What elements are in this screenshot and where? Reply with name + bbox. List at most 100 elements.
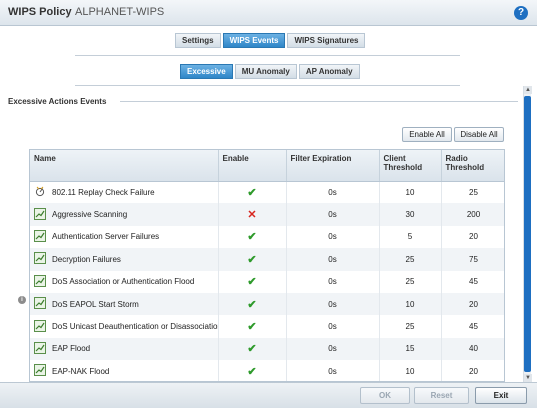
main-tab-bar: Settings WIPS Events WIPS Signatures [175, 33, 366, 48]
chart-icon [34, 229, 46, 244]
tab-settings[interactable]: Settings [175, 33, 221, 48]
cell-filter-expiration: 0s [286, 337, 380, 361]
title-bar: WIPS Policy ALPHANET-WIPS ? [0, 0, 537, 26]
checkmark-icon: ✔ [247, 343, 257, 356]
chart-icon [34, 319, 46, 334]
cell-radio-threshold: 200 [441, 203, 504, 226]
replay-check-icon [34, 185, 46, 199]
tab-wips-signatures[interactable]: WIPS Signatures [287, 33, 366, 48]
cell-filter-expiration: 0s [286, 270, 380, 293]
cell-enable[interactable]: ✔ [218, 225, 287, 249]
cell-enable[interactable]: ✕ [218, 203, 287, 226]
event-name: Decryption Failures [52, 254, 121, 264]
chart-icon [34, 297, 46, 311]
chart-icon [34, 364, 46, 378]
table-row[interactable]: 802.11 Replay Check Failure ✔ 0s 10 25 [30, 181, 504, 204]
footer-bar: OK Reset Exit [0, 382, 537, 408]
cell-name: Decryption Failures [30, 248, 219, 271]
table-row[interactable]: DoS Unicast Deauthentication or Disassoc… [30, 315, 504, 338]
checkmark-icon: ✔ [247, 276, 257, 289]
cell-enable[interactable]: ✔ [218, 360, 287, 381]
cell-enable[interactable]: ✔ [218, 270, 287, 293]
cell-name: DoS EAPOL Start Storm [30, 292, 219, 316]
cell-radio-threshold: 20 [441, 225, 504, 249]
x-mark-icon: ✕ [247, 209, 257, 222]
checkmark-icon: ✔ [247, 231, 257, 244]
column-header-enable[interactable]: Enable [218, 150, 287, 182]
cell-name: 802.11 Replay Check Failure [30, 181, 219, 204]
cell-filter-expiration: 0s [286, 360, 380, 381]
cell-radio-threshold: 20 [441, 292, 504, 316]
column-header-client-threshold[interactable]: Client Threshold [379, 150, 442, 182]
tab-mu-anomaly[interactable]: MU Anomaly [234, 64, 297, 79]
disable-all-button[interactable]: Disable All [454, 127, 504, 142]
cell-name: EAP-NAK Flood [30, 360, 219, 381]
table-row[interactable]: Aggressive Scanning ✕ 0s 30 200 [30, 203, 504, 226]
table-row[interactable]: EAP-NAK Flood ✔ 0s 10 20 [30, 360, 504, 381]
policy-name: ALPHANET-WIPS [75, 6, 165, 18]
cell-filter-expiration: 0s [286, 203, 380, 226]
cell-client-threshold: 10 [379, 181, 442, 204]
cell-radio-threshold: 20 [441, 360, 504, 381]
event-name: DoS Unicast Deauthentication or Disassoc… [52, 322, 218, 332]
page-title: WIPS Policy [8, 6, 72, 18]
chart-icon [34, 274, 46, 289]
sub-tab-bar: Excessive MU Anomaly AP Anomaly [180, 64, 360, 79]
event-name: Authentication Server Failures [52, 232, 160, 242]
cell-radio-threshold: 45 [441, 315, 504, 338]
table-row[interactable]: DoS EAPOL Start Storm ✔ 0s 10 20 [30, 292, 504, 316]
event-name: Aggressive Scanning [52, 210, 128, 220]
cell-enable[interactable]: ✔ [218, 181, 287, 204]
scroll-up-icon[interactable]: ▲ [524, 86, 532, 94]
table-row[interactable]: DoS Association or Authentication Flood ✔… [30, 270, 504, 293]
tab-ap-anomaly[interactable]: AP Anomaly [298, 64, 360, 79]
exit-button[interactable]: Exit [475, 387, 527, 404]
cell-client-threshold: 30 [379, 203, 442, 226]
cell-client-threshold: 25 [379, 315, 442, 338]
cell-filter-expiration: 0s [286, 181, 380, 204]
chart-icon [34, 341, 46, 356]
tab-excessive[interactable]: Excessive [180, 64, 233, 79]
cell-name: EAP Flood [30, 337, 219, 361]
cell-filter-expiration: 0s [286, 248, 380, 271]
divider [75, 55, 460, 56]
enable-all-button[interactable]: Enable All [402, 127, 452, 142]
help-icon[interactable]: ? [514, 6, 528, 20]
checkmark-icon: ✔ [247, 321, 257, 334]
cell-radio-threshold: 40 [441, 337, 504, 361]
vertical-scrollbar[interactable]: ▲ ▼ [523, 86, 532, 382]
section-title: Excessive Actions Events [8, 97, 107, 106]
cell-client-threshold: 5 [379, 225, 442, 249]
event-name: DoS EAPOL Start Storm [52, 299, 139, 309]
table-row[interactable]: Authentication Server Failures ✔ 0s 5 20 [30, 225, 504, 249]
checkmark-icon: ✔ [247, 253, 257, 266]
scroll-thumb[interactable] [524, 96, 531, 372]
cell-filter-expiration: 0s [286, 292, 380, 316]
chart-icon [34, 207, 46, 222]
cell-enable[interactable]: ✔ [218, 315, 287, 338]
ok-button[interactable]: OK [360, 387, 410, 404]
chart-icon [34, 252, 46, 266]
cell-radio-threshold: 25 [441, 181, 504, 204]
cell-enable[interactable]: ✔ [218, 337, 287, 361]
column-header-name[interactable]: Name [30, 150, 219, 182]
divider [75, 85, 460, 86]
cell-client-threshold: 10 [379, 360, 442, 381]
cell-client-threshold: 25 [379, 270, 442, 293]
cell-name: DoS Unicast Deauthentication or Disassoc… [30, 315, 219, 338]
cell-radio-threshold: 75 [441, 248, 504, 271]
table-row[interactable]: EAP Flood ✔ 0s 15 40 [30, 337, 504, 361]
cell-enable[interactable]: ✔ [218, 248, 287, 271]
table-row[interactable]: Decryption Failures ✔ 0s 25 75 [30, 248, 504, 271]
checkmark-icon: ✔ [247, 298, 257, 311]
cell-name: Aggressive Scanning [30, 203, 219, 226]
event-name: EAP-NAK Flood [52, 366, 110, 376]
event-name: EAP Flood [52, 344, 91, 354]
column-header-filter-expiration[interactable]: Filter Expiration [286, 150, 380, 182]
scroll-down-icon[interactable]: ▼ [524, 374, 532, 382]
table-header: Name Enable Filter Expiration Client Thr… [30, 150, 504, 182]
cell-enable[interactable]: ✔ [218, 292, 287, 316]
column-header-radio-threshold[interactable]: Radio Threshold [441, 150, 504, 182]
tab-wips-events[interactable]: WIPS Events [222, 33, 286, 48]
reset-button[interactable]: Reset [414, 387, 469, 404]
